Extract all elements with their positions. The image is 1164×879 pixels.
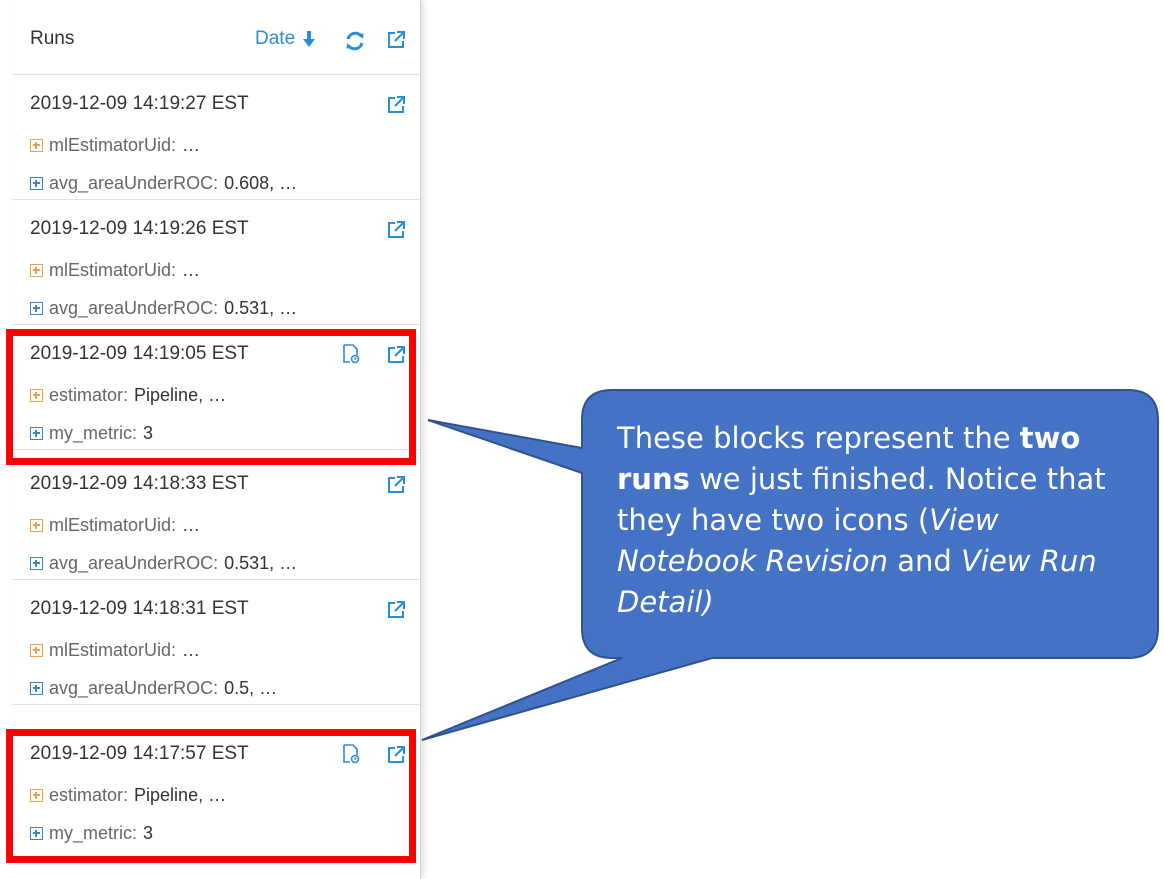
callout-text-3: and (888, 544, 962, 578)
callout-text: These blocks represent the two runs we j… (617, 418, 1137, 623)
callout-text-2: we just finished. Notice that they have … (617, 462, 1106, 537)
callout-text-1: These blocks represent the (617, 421, 1020, 455)
